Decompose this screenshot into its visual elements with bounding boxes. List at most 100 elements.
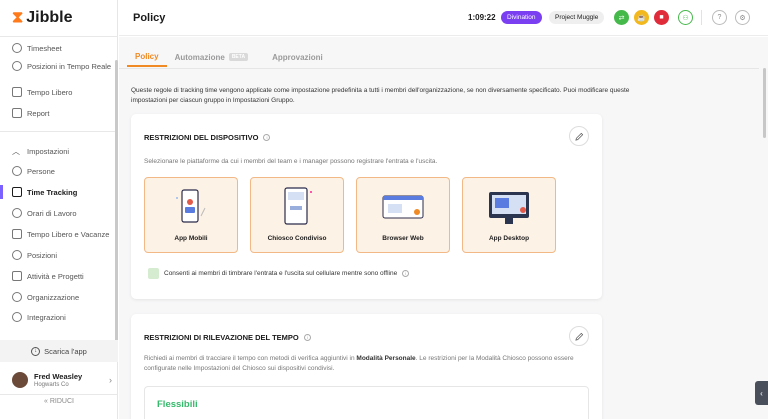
gear-icon <box>12 292 22 302</box>
description-bold: Modalità Personale <box>356 355 416 362</box>
sidebar-divider <box>0 36 118 37</box>
report-icon <box>12 108 22 118</box>
download-app-button[interactable]: ↓ Scarica l'app <box>0 340 118 362</box>
activity-badge[interactable]: Divination <box>501 11 542 24</box>
help-button[interactable]: ? <box>712 10 727 25</box>
sidebar-item-label: Posizioni in Tempo Reale <box>27 62 112 71</box>
sidebar-item-activities[interactable]: Attività e Progetti <box>12 271 112 281</box>
tab-approvals[interactable]: Approvazioni <box>264 47 331 67</box>
sidebar-item-time-tracking[interactable]: Time Tracking <box>12 187 112 197</box>
section-description: Selezionare le piattaforme da cui i memb… <box>144 158 438 165</box>
sidebar-item-vacation[interactable]: Tempo Libero e Vacanze <box>12 229 112 239</box>
sidebar-item-time-off[interactable]: Tempo Libero <box>12 87 112 97</box>
offline-checkbox[interactable] <box>148 268 159 279</box>
main-scrollbar[interactable] <box>763 68 766 138</box>
user-profile[interactable]: Fred Weasley Hogwarts Co › <box>12 370 112 390</box>
platform-shared-kiosk[interactable]: Chiosco Condiviso <box>250 177 344 253</box>
sidebar-item-timesheet[interactable]: Timesheet <box>12 43 112 53</box>
sidebar-item-label: Organizzazione <box>27 293 80 302</box>
tab-automation[interactable]: Automazione BETA <box>167 47 256 67</box>
person-icon <box>12 166 22 176</box>
tab-label: Approvazioni <box>272 52 323 62</box>
timer-display: 1:09:22 <box>468 13 496 22</box>
sidebar-item-locations[interactable]: Posizioni <box>12 250 112 260</box>
tag-icon <box>12 271 22 281</box>
active-indicator <box>0 185 3 199</box>
stop-timer-button[interactable]: ■ <box>654 10 669 25</box>
info-icon[interactable]: i <box>402 270 410 277</box>
clock-icon <box>12 43 22 53</box>
gear-icon: ⚙ <box>739 14 746 22</box>
section-title-text: RESTRIZIONI DI RILEVAZIONE DEL TEMPO <box>144 333 299 342</box>
section-title: RESTRIZIONI DI RILEVAZIONE DEL TEMPO i <box>144 333 311 342</box>
platform-desktop-app[interactable]: App Desktop <box>462 177 556 253</box>
platform-label: Chiosco Condiviso <box>267 235 327 242</box>
jibble-logo[interactable]: ⧗ Jibble <box>12 9 72 27</box>
section-title-text: RESTRIZIONI DEL DISPOSITIVO <box>144 133 259 142</box>
project-badge[interactable]: Project Muggle <box>549 11 605 24</box>
time-tracking-restrictions-card: RESTRIZIONI DI RILEVAZIONE DEL TEMPO i R… <box>131 314 602 419</box>
description-text: Richiedi ai membri di tracciare il tempo… <box>144 355 357 362</box>
tab-label: Policy <box>135 51 159 61</box>
avatar <box>12 372 28 388</box>
sidebar-item-label: Attività e Progetti <box>27 272 84 281</box>
sidebar-item-integrations[interactable]: Integrazioni <box>12 312 112 322</box>
sidebar-item-label: Posizioni <box>27 251 58 260</box>
sidebar-divider <box>0 131 118 132</box>
page-title: Policy <box>133 12 166 24</box>
chevron-right-icon: › <box>109 375 112 385</box>
sidebar-item-label: Persone <box>27 167 55 176</box>
desktop-monitor-icon <box>489 192 529 224</box>
location-pin-icon <box>12 61 22 71</box>
sidebar-item-work-schedules[interactable]: Orari di Lavoro <box>12 208 112 218</box>
break-button[interactable]: ☕ <box>634 10 649 25</box>
collapse-sidebar-button[interactable]: « RIDUCI <box>0 398 118 405</box>
tab-policy[interactable]: Policy <box>127 47 167 67</box>
tab-bar: Policy Automazione BETA Approvazioni <box>127 47 331 67</box>
browser-window-icon <box>382 195 424 219</box>
settings-button[interactable]: ⚙ <box>735 10 750 25</box>
sidebar-item-people[interactable]: Persone <box>12 166 112 176</box>
intro-text: Queste regole di tracking time vengono a… <box>131 87 630 104</box>
person-clock-icon: ⚇ <box>682 14 689 22</box>
platform-label: App Mobili <box>174 235 208 242</box>
tab-label: Automazione <box>174 52 225 62</box>
sidebar-divider <box>0 394 118 395</box>
offline-clock-option: Consenti ai membri di timbrare l'entrata… <box>148 268 410 279</box>
switch-activity-button[interactable]: ⇄ <box>614 10 629 25</box>
time-tracking-icon <box>12 187 22 197</box>
work-schedule-icon <box>12 208 22 218</box>
sidebar-item-label: Impostazioni <box>27 147 70 156</box>
vacation-icon <box>12 229 22 239</box>
clock-status-button[interactable]: ⚇ <box>678 10 693 25</box>
integration-icon <box>12 312 22 322</box>
switch-icon: ⇄ <box>618 14 625 22</box>
info-icon[interactable]: i <box>303 334 311 341</box>
edit-button[interactable] <box>569 126 589 146</box>
section-description: Richiedi ai membri di tracciare il tempo… <box>144 354 589 374</box>
mobile-phone-icon <box>176 189 206 223</box>
pencil-icon <box>574 132 583 141</box>
platform-label: Browser Web <box>382 235 424 242</box>
sidebar-settings-header[interactable]: ︿ Impostazioni <box>12 147 112 156</box>
topbar-divider <box>701 10 702 25</box>
download-label: Scarica l'app <box>44 346 87 356</box>
platform-mobile-app[interactable]: App Mobili <box>144 177 238 253</box>
sidebar-item-label: Time Tracking <box>27 188 78 197</box>
sidebar-item-report[interactable]: Report <box>12 108 112 118</box>
sidebar-item-label: Tempo Libero <box>27 88 73 97</box>
info-icon[interactable]: i <box>263 134 271 141</box>
chevron-left-icon: ‹ <box>760 388 763 398</box>
platform-web-browser[interactable]: Browser Web <box>356 177 450 253</box>
platform-label: App Desktop <box>488 235 530 242</box>
side-panel-toggle[interactable]: ‹ <box>755 381 768 405</box>
download-icon: ↓ <box>31 346 41 356</box>
stop-icon: ■ <box>659 14 664 21</box>
sidebar-scrollbar[interactable] <box>115 60 118 350</box>
edit-button[interactable] <box>569 326 589 346</box>
sidebar-item-live-locations[interactable]: Posizioni in Tempo Reale <box>12 61 112 71</box>
location-icon <box>12 250 22 260</box>
sidebar-item-organization[interactable]: Organizzazione <box>12 292 112 302</box>
flexible-mode-panel: Flessibili <box>144 386 589 419</box>
offline-label: Consenti ai membri di timbrare l'entrata… <box>164 270 398 277</box>
